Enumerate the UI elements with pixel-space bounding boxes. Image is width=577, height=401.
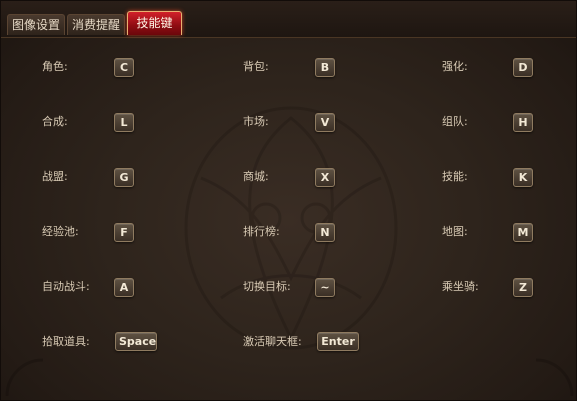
hotkey-key-shop[interactable]: X: [315, 168, 335, 187]
settings-window: 图像设置 消费提醒 技能键 角色: C 背包: B 强化: D 合成: L 市场…: [0, 0, 577, 401]
hotkey-key-market[interactable]: V: [315, 113, 335, 132]
hotkey-label-map: 地图:: [442, 225, 468, 238]
hotkey-label-ranking: 排行榜:: [243, 225, 280, 238]
hotkey-key-ranking[interactable]: N: [315, 223, 335, 242]
hotkey-panel: 角色: C 背包: B 强化: D 合成: L 市场: V 组队: H 战盟: …: [1, 38, 576, 400]
hotkey-label-character: 角色:: [42, 60, 68, 73]
background-emblem-icon: [184, 106, 398, 350]
hotkey-label-activate-chat: 激活聊天框:: [243, 335, 302, 348]
hotkey-label-shop: 商城:: [243, 170, 269, 183]
corner-ornament-icon: [535, 358, 574, 397]
hotkey-label-pickup: 拾取道具:: [42, 335, 90, 348]
hotkey-label-auto-battle: 自动战斗:: [42, 280, 90, 293]
hotkey-label-market: 市场:: [243, 115, 269, 128]
hotkey-key-skills[interactable]: K: [513, 168, 533, 187]
corner-ornament-icon: [5, 358, 44, 397]
tab-bar: 图像设置 消费提醒 技能键: [1, 1, 576, 38]
hotkey-key-character[interactable]: C: [114, 58, 134, 77]
hotkey-label-synthesis: 合成:: [42, 115, 68, 128]
hotkey-label-bag: 背包:: [243, 60, 269, 73]
hotkey-key-mount[interactable]: Z: [513, 278, 533, 297]
hotkey-key-exp-pool[interactable]: F: [114, 223, 134, 242]
hotkey-key-synthesis[interactable]: L: [114, 113, 134, 132]
hotkey-key-enhance[interactable]: D: [513, 58, 533, 77]
hotkey-label-team: 组队:: [442, 115, 468, 128]
hotkey-label-switch-target: 切换目标:: [243, 280, 291, 293]
tab-hotkeys[interactable]: 技能键: [127, 11, 182, 35]
hotkey-key-switch-target[interactable]: ~: [315, 278, 335, 297]
hotkey-key-alliance[interactable]: G: [114, 168, 134, 187]
hotkey-label-skills: 技能:: [442, 170, 468, 183]
tab-image-settings[interactable]: 图像设置: [7, 14, 65, 35]
hotkey-label-alliance: 战盟:: [42, 170, 68, 183]
hotkey-key-auto-battle[interactable]: A: [114, 278, 134, 297]
hotkey-label-exp-pool: 经验池:: [42, 225, 79, 238]
hotkey-key-pickup[interactable]: Space: [115, 332, 157, 351]
hotkey-key-team[interactable]: H: [513, 113, 533, 132]
tab-consumption-reminder[interactable]: 消费提醒: [67, 14, 125, 35]
hotkey-label-mount: 乘坐骑:: [442, 280, 479, 293]
hotkey-key-bag[interactable]: B: [315, 58, 335, 77]
hotkey-label-enhance: 强化:: [442, 60, 468, 73]
hotkey-key-activate-chat[interactable]: Enter: [317, 332, 359, 351]
hotkey-key-map[interactable]: M: [513, 223, 533, 242]
